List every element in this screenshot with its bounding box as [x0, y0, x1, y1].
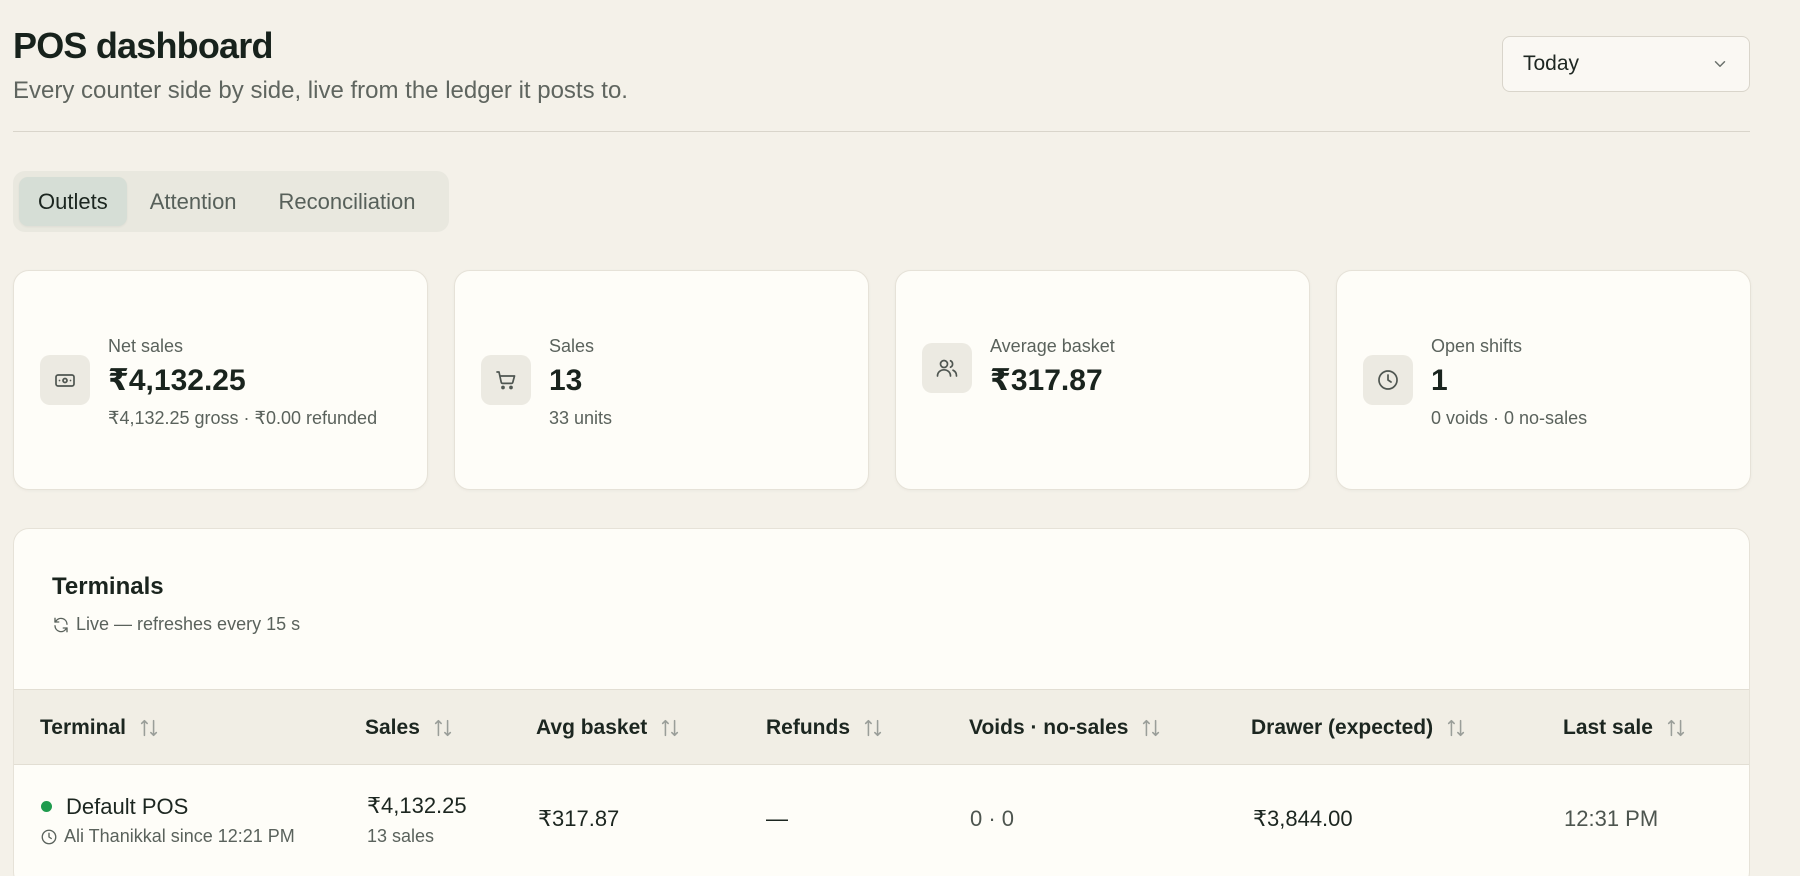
page-header: POS dashboard Every counter side by side… — [13, 24, 628, 106]
terminal-last-sale: 12:31 PM — [1564, 806, 1659, 831]
column-header-refunds[interactable]: Refunds — [766, 690, 884, 766]
stat-value: ₹317.87 — [990, 364, 1103, 397]
sort-icon — [1667, 719, 1685, 737]
stat-card-open-shifts: Open shifts 1 0 voids · 0 no-sales — [1336, 270, 1751, 490]
column-label: Last sale — [1563, 716, 1653, 739]
stat-value: 1 — [1431, 364, 1448, 397]
period-select-value: Today — [1523, 52, 1580, 75]
terminal-name: Default POS — [66, 794, 189, 819]
column-label: Terminal — [40, 716, 126, 739]
column-header-last-sale[interactable]: Last sale — [1563, 690, 1687, 766]
terminal-sales-count: 13 sales — [367, 826, 435, 846]
stat-card-sales: Sales 13 33 units — [454, 270, 869, 490]
tab-outlets[interactable]: Outlets — [19, 177, 127, 226]
table-row[interactable]: Default POS Ali Thanikkal since 12:21 PM… — [14, 766, 1749, 874]
stat-value: ₹4,132.25 — [108, 364, 246, 397]
terminal-voids: 0 · 0 — [970, 806, 1015, 831]
terminal-drawer: ₹3,844.00 — [1253, 806, 1353, 831]
column-header-voids-no-sales[interactable]: Voids · no-sales — [969, 690, 1162, 766]
live-refresh-text: Live — refreshes every 15 s — [76, 614, 301, 634]
users-icon — [922, 343, 972, 393]
sort-icon — [1447, 719, 1465, 737]
tab-reconciliation[interactable]: Reconciliation — [260, 177, 435, 226]
period-select[interactable]: Today — [1502, 36, 1750, 92]
page-subtitle: Every counter side by side, live from th… — [13, 77, 628, 104]
column-label: Voids · no-sales — [969, 716, 1129, 739]
stat-sub: 0 voids · 0 no-sales — [1431, 408, 1588, 428]
terminals-panel: Terminals Live — refreshes every 15 s Te… — [13, 528, 1750, 876]
stat-label: Average basket — [990, 336, 1115, 356]
operator-text: Ali Thanikkal since 12:21 PM — [64, 826, 295, 846]
sort-icon — [140, 719, 158, 737]
header-divider — [13, 131, 1750, 132]
stat-cards: Net sales ₹4,132.25 ₹4,132.25 gross · ₹0… — [13, 270, 1751, 490]
refresh-icon — [54, 617, 68, 632]
sort-icon — [662, 719, 679, 737]
page-title: POS dashboard — [13, 25, 273, 66]
terminals-title: Terminals — [52, 573, 164, 600]
terminal-avg-basket: ₹317.87 — [538, 806, 620, 831]
stat-value: 13 — [549, 364, 583, 397]
stat-label: Net sales — [108, 336, 184, 356]
stat-sub: 33 units — [549, 408, 613, 428]
view-tabs: Outlets Attention Reconciliation — [13, 171, 449, 232]
stat-card-net-sales: Net sales ₹4,132.25 ₹4,132.25 gross · ₹0… — [13, 270, 428, 490]
column-label: Sales — [365, 716, 420, 739]
sort-icon — [864, 719, 882, 737]
column-label: Drawer (expected) — [1251, 716, 1434, 739]
column-header-avg-basket[interactable]: Avg basket — [536, 690, 681, 766]
terminal-operator: Ali Thanikkal since 12:21 PM — [40, 826, 295, 847]
clock-icon — [41, 829, 57, 844]
chevron-down-icon — [1714, 61, 1726, 67]
clock-icon — [1363, 355, 1413, 405]
stat-label: Sales — [549, 336, 595, 356]
column-header-drawer-expected[interactable]: Drawer (expected) — [1251, 690, 1467, 766]
pos-dashboard-page: POS dashboard Every counter side by side… — [0, 0, 1800, 876]
column-label: Refunds — [766, 716, 850, 739]
live-refresh-status: Live — refreshes every 15 s — [52, 614, 300, 635]
terminal-sales: ₹4,132.25 — [367, 793, 467, 818]
column-label: Avg basket — [536, 716, 648, 739]
status-online-dot — [41, 801, 52, 812]
column-header-sales[interactable]: Sales — [365, 690, 454, 766]
stat-sub: ₹4,132.25 gross · ₹0.00 refunded — [108, 408, 378, 428]
sort-icon — [1143, 719, 1160, 737]
sort-icon — [434, 719, 452, 737]
terminals-table-header: Terminal Sales Avg basket Refunds Voids … — [14, 689, 1749, 766]
banknote-icon — [40, 355, 90, 405]
stat-card-average-basket: Average basket ₹317.87 — [895, 270, 1310, 490]
column-header-terminal[interactable]: Terminal — [40, 690, 160, 766]
stat-label: Open shifts — [1431, 336, 1523, 356]
terminal-refunds: — — [766, 806, 788, 831]
cart-icon — [481, 355, 531, 405]
tab-attention[interactable]: Attention — [131, 177, 256, 226]
